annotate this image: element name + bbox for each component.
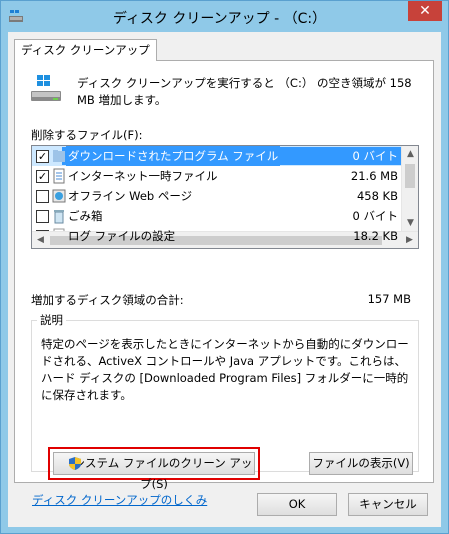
checkbox[interactable]: ✓ (36, 170, 49, 183)
offline-page-icon (52, 189, 66, 203)
list-item[interactable]: オフライン Web ページ 458 KB (32, 186, 402, 206)
list-item[interactable]: ✓ ダウンロードされたプログラム ファイル 0 バイト (32, 146, 402, 166)
file-size: 0 バイト (352, 209, 398, 223)
folder-icon (53, 150, 65, 162)
window-title: ディスク クリーンアップ - （C:） (112, 11, 327, 27)
tab-panel: ディスク クリーンアップを実行すると （C:） の空き領域が 158 MB 増加… (14, 60, 434, 491)
dialog-client: ディスク クリーンアップ ディスク クリーンアップを実行すると （C:） の空き… (8, 32, 441, 527)
recycle-bin-icon (54, 210, 64, 224)
ok-button[interactable]: OK (257, 493, 337, 516)
view-files-button[interactable]: ファイルの表示(V) (309, 452, 413, 475)
summary-text: ディスク クリーンアップを実行すると （C:） の空き領域が 158 MB 増加… (77, 76, 412, 107)
checkbox[interactable] (36, 210, 49, 223)
file-name: オフライン Web ページ (68, 189, 193, 203)
description-text: 特定のページを表示したときにインターネットから自動的にダウンロードされる、Act… (41, 337, 409, 402)
file-size: 18.2 KB (353, 229, 398, 243)
file-name: インターネット一時ファイル (68, 169, 218, 183)
cleanup-system-files-button[interactable]: システム ファイルのクリーン アップ(S) (53, 452, 255, 491)
checkbox[interactable] (36, 190, 49, 203)
files-to-delete-label: 削除するファイル(F): (31, 128, 143, 142)
file-size: 458 KB (356, 189, 398, 203)
close-button[interactable]: ✕ (408, 1, 442, 21)
scroll-left-icon[interactable]: ◀ (32, 232, 49, 248)
file-size: 21.6 MB (350, 169, 398, 183)
total-space-value: 157 MB (367, 292, 411, 306)
file-name: ダウンロードされたプログラム ファイル (66, 146, 281, 166)
list-item[interactable]: ✓ インターネット一時ファイル 21.6 MB (32, 166, 402, 186)
file-list[interactable]: ✓ ダウンロードされたプログラム ファイル 0 バイト ✓ インターネット一時フ… (31, 145, 419, 249)
tab-disk-cleanup[interactable]: ディスク クリーンアップ (14, 39, 157, 61)
total-space-label: 増加するディスク領域の合計: (31, 293, 184, 307)
drive-icon (31, 75, 61, 101)
disk-cleanup-app-icon (9, 10, 23, 22)
vertical-scroll-thumb[interactable] (405, 164, 415, 188)
how-it-works-link[interactable]: ディスク クリーンアップのしくみ (32, 492, 207, 508)
title-bar[interactable]: ディスク クリーンアップ - （C:） ✕ (1, 1, 448, 32)
checkbox[interactable]: ✓ (36, 150, 49, 163)
cancel-button[interactable]: キャンセル (348, 493, 428, 516)
cleanup-system-files-label: システム ファイルのクリーン アップ(S) (73, 456, 253, 491)
vertical-scrollbar[interactable]: ▲ ▼ (401, 146, 418, 232)
file-name: ごみ箱 (68, 209, 103, 223)
list-item[interactable]: ごみ箱 0 バイト (32, 206, 402, 226)
scroll-up-icon[interactable]: ▲ (402, 146, 418, 163)
scroll-right-icon[interactable]: ▶ (401, 232, 418, 248)
uac-shield-icon (69, 457, 81, 470)
description-label: 説明 (37, 312, 66, 328)
scroll-down-icon[interactable]: ▼ (402, 215, 418, 232)
file-size: 0 バイト (352, 149, 398, 163)
disk-cleanup-window: ディスク クリーンアップ - （C:） ✕ ディスク クリーンアップ ディスク … (0, 0, 449, 534)
file-name: ログ ファイルの設定 (68, 229, 176, 243)
document-icon (53, 168, 65, 184)
